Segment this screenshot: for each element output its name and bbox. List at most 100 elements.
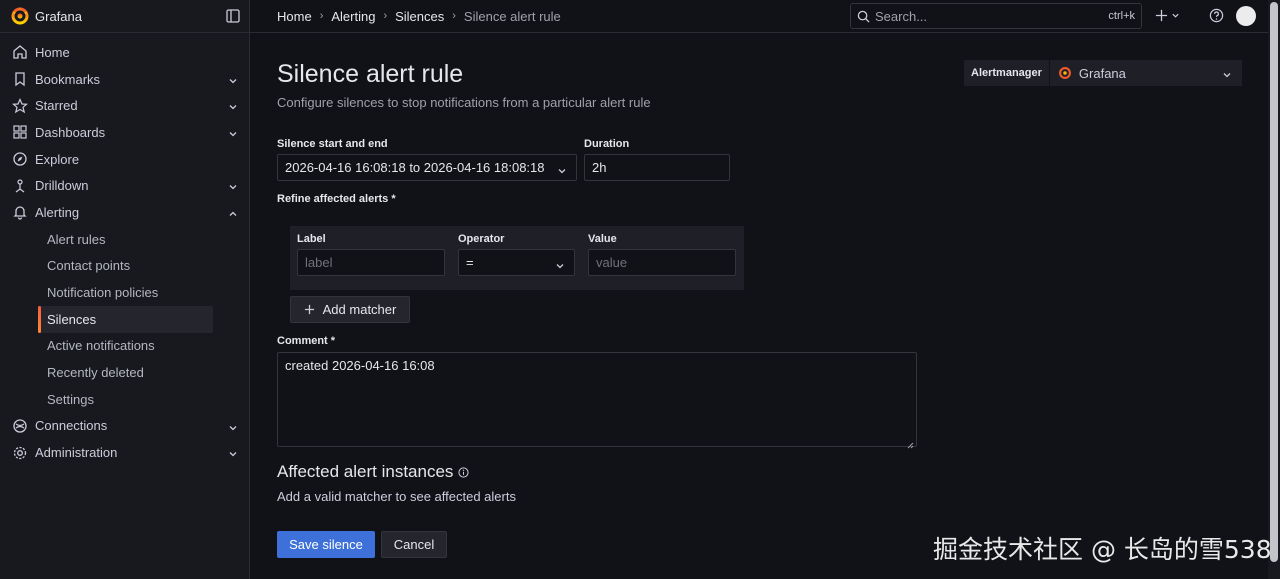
brand-header: Grafana [0, 0, 249, 33]
nav-subitem-label: Recently deleted [47, 365, 144, 381]
nav-subitem-label: Active notifications [47, 338, 155, 354]
matcher-value-input[interactable]: value [588, 249, 736, 276]
matcher-operator-header: Operator [458, 233, 505, 245]
breadcrumb-silences[interactable]: Silences [395, 9, 444, 24]
breadcrumb-home[interactable]: Home [277, 9, 312, 24]
dashboards-icon [12, 124, 28, 140]
matcher-operator-value: = [466, 255, 474, 270]
add-matcher-button[interactable]: Add matcher [290, 296, 410, 323]
affected-note: Add a valid matcher to see affected aler… [277, 489, 516, 504]
breadcrumb-current: Silence alert rule [463, 8, 561, 24]
chevron-down-icon[interactable] [1171, 11, 1180, 20]
nav-subitem-active-notifications[interactable]: Active notifications [0, 333, 249, 360]
breadcrumb-alerting[interactable]: Alerting [331, 9, 375, 24]
scrollbar[interactable] [1268, 0, 1280, 579]
page-title: Silence alert rule [277, 60, 464, 88]
nav-item-explore[interactable]: Explore [0, 146, 249, 173]
avatar[interactable] [1236, 6, 1256, 26]
compass-icon [12, 151, 28, 167]
duration-field[interactable]: 2h [584, 154, 730, 181]
matcher-label-placeholder: label [305, 255, 333, 270]
nav-menu: Home Bookmarks Starred Dashboards Explor… [0, 33, 249, 466]
nav-item-starred[interactable]: Starred [0, 92, 249, 119]
alertmanager-label: Alertmanager [964, 60, 1049, 86]
nav-item-connections[interactable]: Connections [0, 413, 249, 440]
nav-subitem-label: Silences [47, 311, 97, 327]
matcher-row: Label label Operator = Value value [290, 226, 744, 290]
nav-item-dashboards[interactable]: Dashboards [0, 119, 249, 146]
matcher-label-header: Label [297, 233, 326, 245]
chevron-down-icon[interactable] [228, 180, 238, 190]
start-end-value: 2026-04-16 16:08:18 to 2026-04-16 18:08:… [285, 160, 545, 175]
save-silence-label: Save silence [289, 537, 363, 552]
comment-textarea[interactable]: created 2026-04-16 16:08 [277, 352, 917, 449]
search-icon [857, 10, 870, 23]
chevron-down-icon[interactable] [228, 100, 238, 110]
nav-subitem-recently-deleted[interactable]: Recently deleted [0, 359, 249, 386]
nav-item-label: Administration [35, 445, 118, 461]
bell-icon [12, 204, 28, 220]
save-silence-button[interactable]: Save silence [277, 531, 375, 558]
nav-subitem-contact-points[interactable]: Contact points [0, 253, 249, 280]
duration-value: 2h [592, 160, 607, 175]
grafana-logo-icon[interactable] [10, 6, 30, 26]
breadcrumb: Home › Alerting › Silences › Silence ale… [277, 9, 561, 24]
chevron-down-icon[interactable] [228, 127, 238, 137]
nav-item-label: Alerting [35, 204, 80, 220]
start-end-label: Silence start and end [277, 138, 388, 150]
chevron-down-icon[interactable] [228, 74, 238, 84]
nav-subitem-label: Notification policies [47, 285, 159, 301]
comment-label: Comment * [277, 335, 336, 347]
grafana-logo-icon [1058, 66, 1072, 80]
matcher-label-input[interactable]: label [297, 249, 445, 276]
nav-item-bookmarks[interactable]: Bookmarks [0, 66, 249, 93]
nav-item-administration[interactable]: Administration [0, 439, 249, 466]
search-input[interactable]: Search... ctrl+k [850, 3, 1142, 29]
top-bar: Home › Alerting › Silences › Silence ale… [250, 0, 1268, 33]
matcher-operator-select[interactable]: = [458, 249, 575, 276]
nav-item-alerting[interactable]: Alerting [0, 199, 249, 226]
alertmanager-value: Grafana [1078, 65, 1126, 81]
affected-section-title: Affected alert instances [277, 462, 469, 482]
nav-item-label: Connections [35, 418, 108, 434]
chevron-right-icon: › [452, 10, 456, 22]
nav-subitem-alert-rules[interactable]: Alert rules [0, 226, 249, 253]
chevron-up-icon[interactable] [228, 207, 238, 217]
scrollbar-thumb[interactable] [1270, 2, 1278, 562]
plus-icon[interactable] [1155, 9, 1168, 22]
star-icon [12, 97, 28, 114]
nav-item-label: Home [35, 44, 70, 60]
cancel-button[interactable]: Cancel [381, 531, 447, 558]
duration-label: Duration [584, 138, 630, 150]
help-icon[interactable] [1209, 8, 1224, 23]
alertmanager-select[interactable]: Grafana [1049, 60, 1242, 86]
drilldown-icon [12, 178, 28, 194]
chevron-down-icon[interactable] [228, 421, 238, 431]
start-end-picker[interactable]: 2026-04-16 16:08:18 to 2026-04-16 18:08:… [277, 154, 577, 181]
affected-title-text: Affected alert instances [277, 462, 454, 481]
nav-subitem-label: Settings [47, 391, 94, 407]
gear-icon [12, 445, 28, 461]
page-subtitle: Configure silences to stop notifications… [277, 95, 651, 110]
brand-name: Grafana [35, 8, 82, 24]
nav-subitem-settings[interactable]: Settings [0, 386, 249, 413]
nav-item-label: Drilldown [35, 178, 89, 194]
dock-menu-icon[interactable] [226, 9, 240, 23]
search-placeholder: Search... [875, 8, 928, 24]
nav-subitem-silences[interactable]: Silences [38, 305, 213, 333]
nav-item-drilldown[interactable]: Drilldown [0, 172, 249, 199]
watermark-text: 掘金技术社区 @ 长岛的雪538 [933, 535, 1272, 564]
chevron-down-icon[interactable] [228, 447, 238, 457]
search-shortcut: ctrl+k [1108, 10, 1135, 22]
sidebar: Grafana Home Bookmarks Starred Dashboard… [0, 0, 250, 579]
nav-subitem-label: Contact points [47, 258, 131, 274]
bookmark-icon [12, 71, 28, 87]
nav-item-label: Explore [35, 151, 80, 167]
nav-item-home[interactable]: Home [0, 39, 249, 66]
comment-value: created 2026-04-16 16:08 [285, 358, 435, 373]
resize-handle-icon[interactable] [907, 437, 914, 449]
chevron-down-icon [557, 164, 567, 174]
alertmanager-picker: Alertmanager Grafana [964, 60, 1242, 86]
info-icon[interactable] [458, 466, 469, 478]
nav-subitem-notification-policies[interactable]: Notification policies [0, 279, 249, 306]
